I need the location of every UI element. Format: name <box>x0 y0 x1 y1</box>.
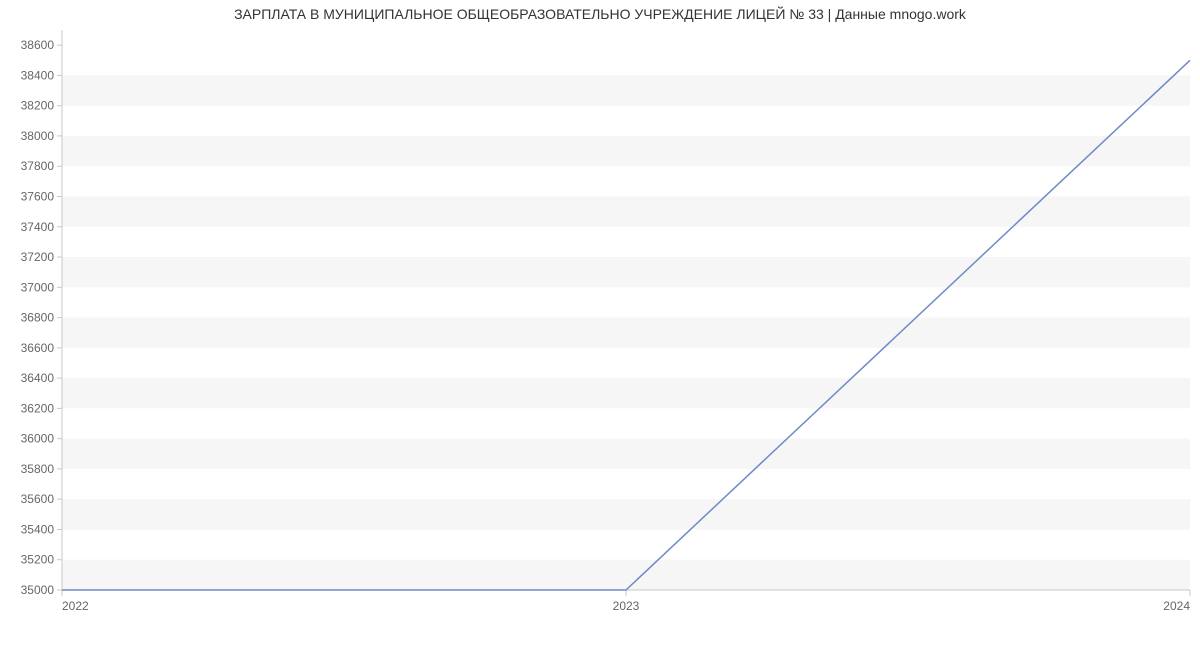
grid-band <box>62 75 1190 105</box>
grid-band <box>62 378 1190 408</box>
y-tick-label: 38000 <box>21 129 55 143</box>
y-tick-label: 36600 <box>21 341 55 355</box>
y-tick-label: 35000 <box>21 583 55 597</box>
chart-svg: 35000 35200 35400 35600 35800 36000 36200 36400… <box>0 0 1200 650</box>
y-tick-label: 36000 <box>21 432 55 446</box>
y-tick-label: 38200 <box>21 99 55 113</box>
y-tick-label: 36400 <box>21 371 55 385</box>
y-tick-label: 36200 <box>21 401 55 415</box>
y-tick-label: 35800 <box>21 462 55 476</box>
grid-band <box>62 136 1190 166</box>
y-tick-label: 37200 <box>21 250 55 264</box>
y-tick-label: 36800 <box>21 311 55 325</box>
y-tick-label: 38400 <box>21 68 55 82</box>
x-tick-label: 2022 <box>62 599 89 613</box>
y-tick-label: 38600 <box>21 38 55 52</box>
y-tick-label: 37000 <box>21 280 55 294</box>
y-tick-label: 35200 <box>21 553 55 567</box>
y-tick-label: 35400 <box>21 522 55 536</box>
y-tick-label: 37400 <box>21 220 55 234</box>
grid-band <box>62 257 1190 287</box>
grid-band <box>62 499 1190 529</box>
y-tick-label: 37600 <box>21 189 55 203</box>
grid-band <box>62 560 1190 590</box>
y-tick-label: 37800 <box>21 159 55 173</box>
grid-band <box>62 318 1190 348</box>
x-tick-label: 2023 <box>613 599 640 613</box>
chart-title: ЗАРПЛАТА В МУНИЦИПАЛЬНОЕ ОБЩЕОБРАЗОВАТЕЛ… <box>0 6 1200 22</box>
grid-band <box>62 439 1190 469</box>
grid-band <box>62 196 1190 226</box>
y-tick-label: 35600 <box>21 492 55 506</box>
x-tick-label: 2024 <box>1163 599 1190 613</box>
chart-container: ЗАРПЛАТА В МУНИЦИПАЛЬНОЕ ОБЩЕОБРАЗОВАТЕЛ… <box>0 0 1200 650</box>
